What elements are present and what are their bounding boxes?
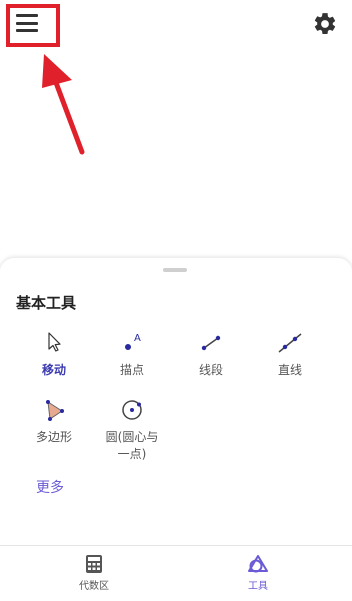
section-title: 基本工具 bbox=[16, 294, 77, 312]
drag-handle[interactable] bbox=[163, 268, 187, 272]
line-icon bbox=[278, 333, 302, 353]
tool-label: 移动 bbox=[41, 363, 66, 377]
nav-algebra[interactable]: 代数区 bbox=[54, 554, 134, 592]
nav-label: 工具 bbox=[248, 581, 268, 592]
tools-shapes-icon bbox=[248, 555, 268, 573]
tool-segment[interactable]: 线段 bbox=[171, 330, 251, 379]
tool-line[interactable]: 直线 bbox=[250, 330, 330, 379]
point-icon: A bbox=[125, 333, 141, 350]
tool-label: 描点 bbox=[119, 363, 144, 377]
segment-icon bbox=[201, 335, 221, 351]
bottom-navigation: 代数区 工具 bbox=[0, 545, 352, 601]
circle-center-point-icon bbox=[122, 400, 142, 420]
svg-text:A: A bbox=[134, 333, 141, 344]
nav-tools[interactable]: 工具 bbox=[218, 554, 298, 592]
move-cursor-icon bbox=[48, 332, 61, 352]
tool-move[interactable]: 移动 bbox=[14, 330, 94, 379]
tool-label: 多边形 bbox=[35, 430, 72, 444]
more-tools-link[interactable]: 更多 bbox=[36, 477, 64, 497]
red-arrow-annotation bbox=[42, 54, 85, 155]
tool-circle-center-point[interactable]: 圆(圆心与一点) bbox=[92, 397, 172, 463]
nav-label: 代数区 bbox=[79, 581, 109, 592]
tool-label: 直线 bbox=[277, 363, 302, 377]
tools-bottom-sheet: 基本工具 移动 A 描点 线段 直线 多边形 圆(圆心与一点) 更多 bbox=[0, 258, 352, 545]
polygon-icon bbox=[46, 400, 64, 421]
tool-polygon[interactable]: 多边形 bbox=[14, 397, 94, 446]
gear-icon[interactable] bbox=[312, 11, 338, 37]
tool-label: 线段 bbox=[198, 363, 223, 377]
tool-point[interactable]: A 描点 bbox=[92, 330, 172, 379]
tool-label: 圆(圆心与一点) bbox=[105, 430, 159, 461]
calculator-icon bbox=[86, 555, 102, 573]
